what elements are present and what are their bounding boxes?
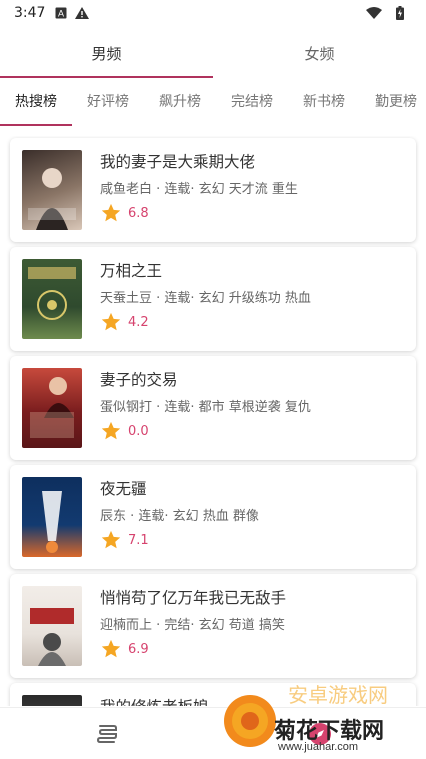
book-cover: [22, 477, 82, 557]
book-rating: 6.8: [100, 202, 149, 224]
book-rating: 0.0: [100, 420, 149, 442]
book-title: 万相之王: [100, 262, 163, 280]
book-list: 我的妻子是大乘期大佬 咸鱼老白 · 连载· 玄幻 天才流 重生 6.8 万相之王…: [0, 136, 426, 706]
star-icon: [101, 530, 121, 549]
nav-bookshelf[interactable]: [0, 723, 213, 745]
star-icon: [101, 639, 121, 658]
book-title: 夜无疆: [100, 480, 147, 498]
watermark: 安卓游戏网 菊花下载网 www.juahar.com: [222, 671, 422, 757]
tab-good-review[interactable]: 好评榜: [72, 86, 144, 126]
rank-tabs: 热搜榜 好评榜 飙升榜 完结榜 新书榜 勤更榜: [0, 86, 426, 126]
star-icon: [101, 203, 121, 222]
watermark-url: www.juahar.com: [278, 741, 359, 753]
book-cover: [22, 368, 82, 448]
a-box-icon: A: [55, 7, 67, 19]
book-card[interactable]: 万相之王 天蚕土豆 · 连载· 玄幻 升级练功 热血 4.2: [10, 247, 416, 351]
rating-value: 0.0: [128, 423, 149, 439]
flower-logo-icon: [224, 695, 276, 747]
watermark-top-text: 安卓游戏网: [288, 685, 388, 707]
bookshelf-icon: [96, 724, 117, 743]
book-title: 悄悄苟了亿万年我已无敌手: [100, 589, 287, 607]
book-rating: 4.2: [100, 311, 149, 333]
book-rating: 6.9: [100, 638, 149, 660]
status-bar: 3:47 A: [0, 0, 426, 26]
book-meta: 天蚕土豆 · 连载· 玄幻 升级练功 热血: [100, 291, 311, 306]
rating-value: 7.1: [128, 532, 149, 548]
book-card[interactable]: 我的妻子是大乘期大佬 咸鱼老白 · 连载· 玄幻 天才流 重生 6.8: [10, 138, 416, 242]
tab-finished[interactable]: 完结榜: [216, 86, 288, 126]
status-time: 3:47: [14, 5, 46, 21]
book-rating: 7.1: [100, 529, 149, 551]
book-cover: [22, 695, 82, 706]
book-meta: 迎楠而上 · 完结· 玄幻 苟道 搞笑: [100, 618, 285, 633]
tab-rising[interactable]: 飙升榜: [144, 86, 216, 126]
battery-icon: [396, 6, 404, 20]
book-card[interactable]: 妻子的交易 蛋似钢打 · 连载· 都市 草根逆袭 复仇 0.0: [10, 356, 416, 460]
star-icon: [101, 312, 121, 331]
tab-new-books[interactable]: 新书榜: [288, 86, 360, 126]
book-cover: [22, 586, 82, 666]
book-card[interactable]: 悄悄苟了亿万年我已无敌手 迎楠而上 · 完结· 玄幻 苟道 搞笑 6.9: [10, 574, 416, 678]
gender-tabs: 男频 女频: [0, 34, 426, 78]
book-meta: 咸鱼老白 · 连载· 玄幻 天才流 重生: [100, 182, 298, 197]
star-icon: [101, 421, 121, 440]
tab-hot-search[interactable]: 热搜榜: [0, 86, 72, 126]
svg-text:A: A: [58, 9, 64, 19]
rating-value: 4.2: [128, 314, 149, 330]
wifi-icon: [366, 7, 382, 19]
tab-female[interactable]: 女频: [213, 34, 426, 78]
book-meta: 蛋似钢打 · 连载· 都市 草根逆袭 复仇: [100, 400, 311, 415]
book-cover: [22, 259, 82, 339]
tab-male[interactable]: 男频: [0, 34, 213, 78]
book-title: 我的修炼老板娘: [100, 695, 209, 706]
book-title: 妻子的交易: [100, 371, 178, 389]
rating-value: 6.8: [128, 205, 149, 221]
book-cover: [22, 150, 82, 230]
tab-diligent[interactable]: 勤更榜: [360, 86, 426, 126]
rating-value: 6.9: [128, 641, 149, 657]
book-title: 我的妻子是大乘期大佬: [100, 153, 256, 171]
book-card[interactable]: 夜无疆 辰东 · 连载· 玄幻 热血 群像 7.1: [10, 465, 416, 569]
book-meta: 辰东 · 连载· 玄幻 热血 群像: [100, 509, 259, 524]
warning-icon: [75, 7, 90, 19]
